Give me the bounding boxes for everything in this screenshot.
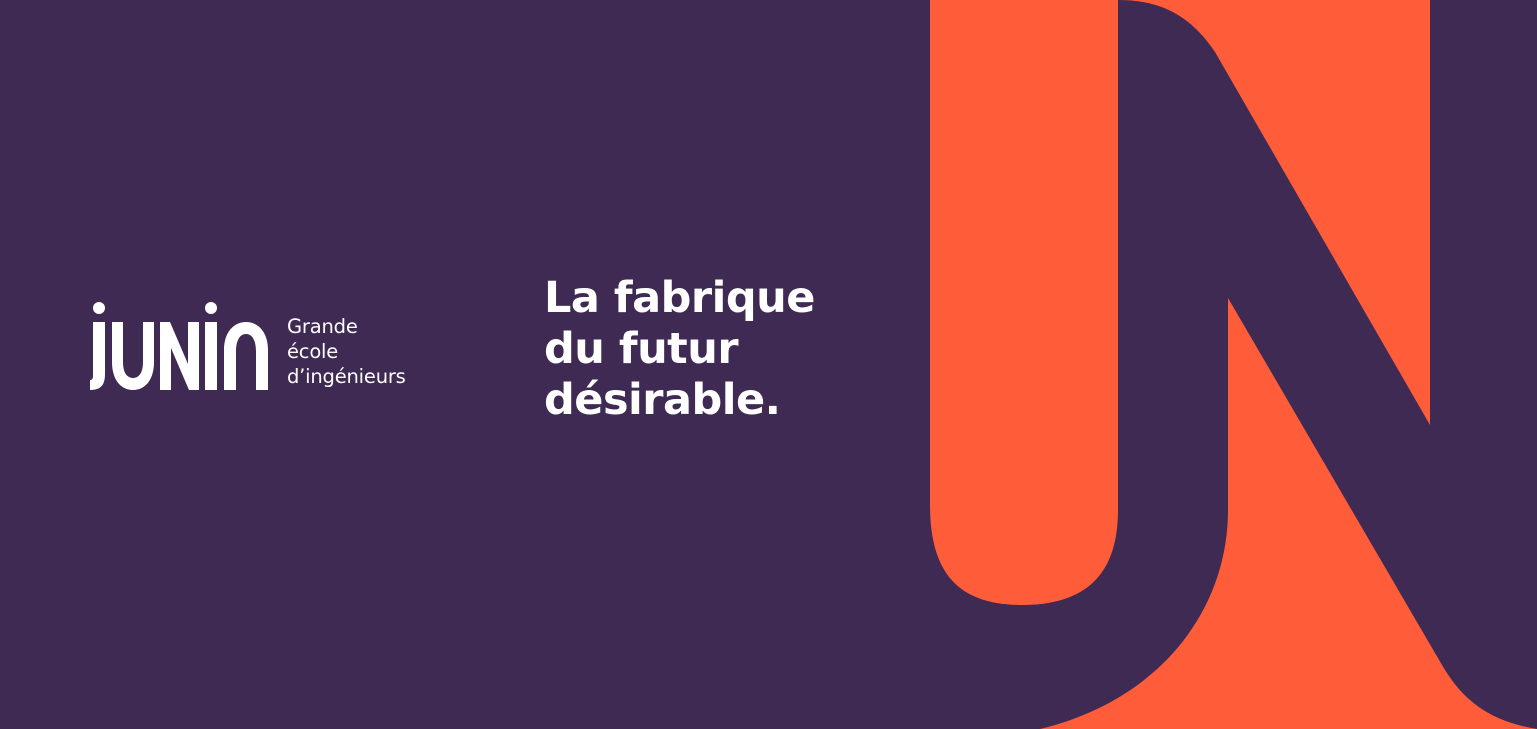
brand-subtitle-line: Grande bbox=[287, 315, 358, 338]
brand-logo[interactable]: Grande école d’ingénieurs bbox=[88, 300, 448, 396]
tagline: La fabrique du futur désirable. bbox=[544, 273, 904, 426]
hero-banner: Grande école d’ingénieurs La fabrique du… bbox=[0, 0, 1537, 729]
brand-subtitle-line: d’ingénieurs bbox=[287, 365, 406, 388]
tagline-line: désirable. bbox=[544, 375, 781, 425]
tagline-line: La fabrique bbox=[544, 273, 815, 323]
brand-subtitle-line: école bbox=[287, 340, 339, 363]
tagline-line: du futur bbox=[544, 324, 739, 374]
brand-subtitle: Grande école d’ingénieurs bbox=[287, 314, 406, 389]
orange-n-top-shape bbox=[1118, 0, 1430, 425]
junia-logo-mark bbox=[88, 300, 272, 396]
orange-u-shape bbox=[930, 0, 1118, 605]
